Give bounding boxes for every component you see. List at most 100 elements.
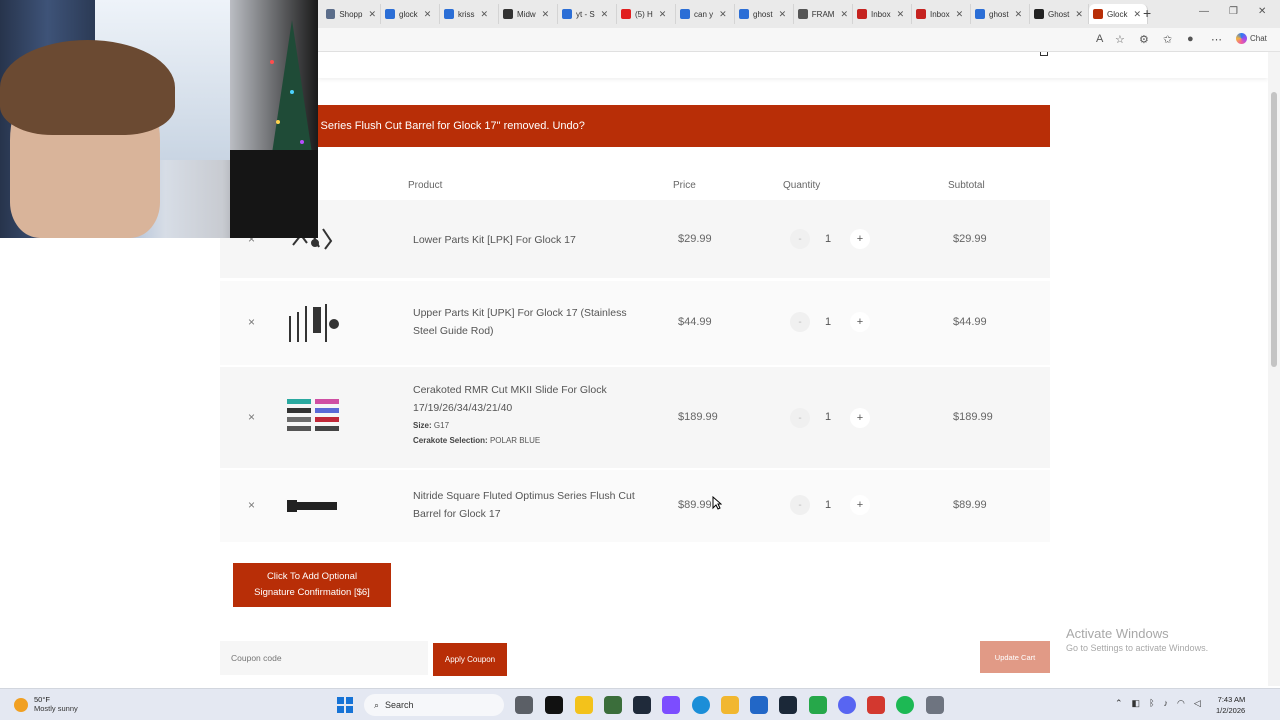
qty-value[interactable]: 1	[825, 499, 831, 511]
app-x-icon[interactable]	[545, 696, 563, 714]
product-name[interactable]: Nitride Square Fluted Optimus Series Flu…	[413, 487, 653, 523]
tab-close-icon[interactable]: ✕	[368, 9, 376, 20]
qty-decrease-button[interactable]: -	[790, 229, 810, 249]
tree-light	[290, 90, 294, 94]
scrollbar-thumb[interactable]	[1271, 92, 1277, 367]
page-scrollbar[interactable]	[1268, 52, 1280, 686]
taskbar-search[interactable]: ⌕ Search	[364, 694, 504, 716]
browser-tab[interactable]: ghost ✕	[971, 4, 1030, 24]
discord-icon[interactable]	[838, 696, 856, 714]
apply-coupon-button[interactable]: Apply Coupon	[433, 643, 507, 676]
start-button[interactable]	[337, 697, 353, 713]
app-terminal-icon[interactable]	[633, 696, 651, 714]
maximize-icon[interactable]: ❐	[1229, 6, 1238, 17]
qty-increase-button[interactable]: +	[850, 408, 870, 428]
cart-row: × Lower Parts Kit [LPK] For Glock 17 $29…	[220, 200, 1050, 278]
site-header	[318, 52, 1268, 78]
tab-close-icon[interactable]: ✕	[1015, 9, 1023, 20]
qty-value[interactable]: 1	[825, 411, 831, 423]
qty-decrease-button[interactable]: -	[790, 408, 810, 428]
remove-item-button[interactable]: ×	[248, 315, 255, 329]
tab-close-icon[interactable]: ✕	[1075, 9, 1083, 20]
tab-close-icon[interactable]: ✕	[956, 9, 964, 20]
qty-increase-button[interactable]: +	[850, 495, 870, 515]
browser-tab[interactable]: Shopp ✕	[322, 4, 381, 24]
remove-item-button[interactable]: ×	[248, 410, 255, 424]
tab-close-icon[interactable]: ✕	[480, 9, 488, 20]
browser-tab[interactable]: Glock ✕	[1089, 4, 1148, 24]
wifi-icon[interactable]: ◠	[1177, 698, 1185, 709]
tab-close-icon[interactable]: ✕	[424, 9, 432, 20]
tab-close-icon[interactable]: ✕	[542, 9, 550, 20]
remove-item-button[interactable]: ×	[248, 498, 255, 512]
browser-tab[interactable]: yt - S ✕	[558, 4, 617, 24]
minimize-icon[interactable]: —	[1199, 6, 1209, 17]
cart-icon[interactable]	[1040, 52, 1048, 56]
qty-increase-button[interactable]: +	[850, 312, 870, 332]
profile-icon[interactable]: ●	[1187, 33, 1194, 45]
browser-tab[interactable]: Midw ✕	[499, 4, 558, 24]
chat-label: Chat	[1250, 34, 1267, 43]
browser-tab[interactable]: Inbox ✕	[912, 4, 971, 24]
favorites-icon[interactable]: ✩	[1163, 33, 1172, 46]
app-notifications-icon[interactable]	[575, 696, 593, 714]
more-menu-icon[interactable]: ⋯	[1211, 33, 1222, 46]
header-subtotal: Subtotal	[948, 180, 985, 191]
app-game-icon[interactable]	[604, 696, 622, 714]
microphone-icon[interactable]: ♪	[1163, 698, 1168, 709]
app-green-icon[interactable]	[809, 696, 827, 714]
tab-label: Glock	[1107, 9, 1128, 19]
steam-icon[interactable]	[779, 696, 797, 714]
browser-tab[interactable]: kriss ✕	[440, 4, 499, 24]
browser-tab[interactable]: Ghost ✕	[1030, 4, 1089, 24]
product-name[interactable]: Cerakoted RMR Cut MKII Slide For Glock 1…	[413, 384, 607, 414]
taskbar-clock[interactable]: 7:43 AM 1/2/2026	[1216, 694, 1245, 716]
tab-close-icon[interactable]: ✕	[779, 9, 787, 20]
qty-decrease-button[interactable]: -	[790, 312, 810, 332]
file-explorer-icon[interactable]	[721, 696, 739, 714]
network-icon[interactable]: ◧	[1132, 698, 1141, 709]
product-name[interactable]: Lower Parts Kit [LPK] For Glock 17	[413, 231, 653, 249]
browser-tab[interactable]: FRAM ✕	[794, 4, 853, 24]
new-tab-button[interactable]: +	[1143, 5, 1151, 21]
bluetooth-icon[interactable]: ᛒ	[1149, 698, 1154, 709]
qty-increase-button[interactable]: +	[850, 229, 870, 249]
tab-close-icon[interactable]: ✕	[840, 9, 848, 20]
product-name[interactable]: Upper Parts Kit [UPK] For Glock 17 (Stai…	[413, 304, 653, 340]
tab-close-icon[interactable]: ✕	[659, 9, 667, 20]
app-recorder-icon[interactable]	[867, 696, 885, 714]
browser-tab[interactable]: glock ✕	[381, 4, 440, 24]
browser-tab[interactable]: can y ✕	[676, 4, 735, 24]
edge-browser-icon[interactable]	[692, 696, 710, 714]
favorite-star-icon[interactable]: ☆	[1115, 33, 1125, 46]
qty-value[interactable]: 1	[825, 316, 831, 328]
qty-decrease-button[interactable]: -	[790, 495, 810, 515]
calculator-icon[interactable]	[926, 696, 944, 714]
extensions-icon[interactable]: ⚙	[1139, 33, 1149, 46]
notice-text[interactable]: s Series Flush Cut Barrel for Glock 17" …	[312, 120, 585, 132]
volume-icon[interactable]: ◁	[1194, 698, 1201, 709]
tab-close-icon[interactable]: ✕	[719, 9, 727, 20]
tab-close-icon[interactable]: ✕	[601, 9, 609, 20]
coupon-code-input[interactable]	[220, 641, 428, 675]
read-aloud-icon[interactable]: A	[1096, 33, 1103, 45]
tab-close-icon[interactable]: ✕	[897, 9, 905, 20]
qty-value[interactable]: 1	[825, 233, 831, 245]
product-thumbnail[interactable]	[283, 480, 343, 532]
close-window-icon[interactable]: ✕	[1258, 6, 1266, 17]
product-thumbnail[interactable]	[283, 295, 343, 347]
tab-close-icon[interactable]: ✕	[1133, 9, 1141, 20]
tray-overflow-icon[interactable]: ⌃	[1115, 698, 1123, 709]
product-thumbnail[interactable]	[283, 391, 343, 443]
spotify-icon[interactable]	[896, 696, 914, 714]
weather-widget[interactable]: 50°F Mostly sunny	[14, 695, 78, 713]
browser-tab[interactable]: (5) H ✕	[617, 4, 676, 24]
task-view-icon[interactable]	[515, 696, 533, 714]
copilot-chat-button[interactable]: Chat	[1236, 33, 1267, 44]
browser-tab[interactable]: Inbox ✕	[853, 4, 912, 24]
app-copilot-icon[interactable]	[662, 696, 680, 714]
add-signature-confirmation-button[interactable]: Click To Add Optional Signature Confirma…	[233, 563, 391, 607]
update-cart-button[interactable]: Update Cart	[980, 641, 1050, 673]
browser-tab[interactable]: ghost ✕	[735, 4, 794, 24]
app-outlook-icon[interactable]	[750, 696, 768, 714]
